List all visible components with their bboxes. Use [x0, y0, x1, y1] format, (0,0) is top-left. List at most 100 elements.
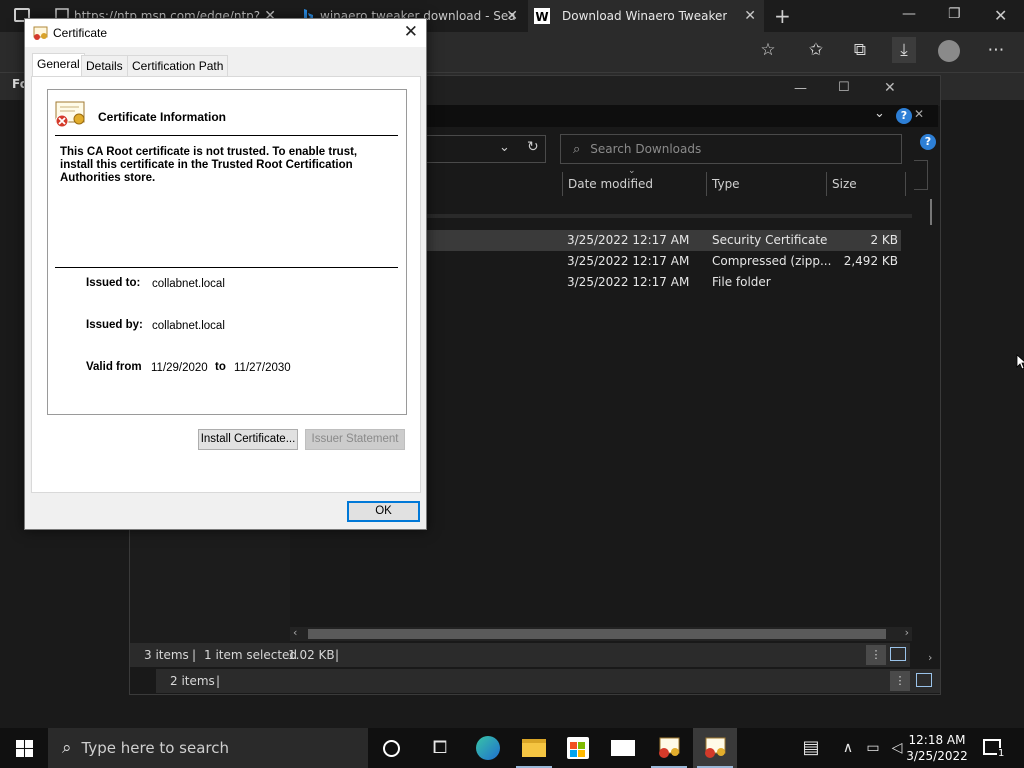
minimize-icon[interactable]: — — [902, 6, 916, 22]
certificate-icon — [33, 26, 48, 40]
install-certificate-button[interactable]: Install Certificate... — [198, 429, 298, 450]
vertical-scrollbar[interactable] — [914, 195, 938, 635]
scroll-left-icon[interactable]: ‹ — [293, 626, 297, 639]
column-type[interactable]: Type — [712, 177, 740, 191]
help-icon[interactable]: ? — [896, 108, 912, 124]
status-bar: 3 items | 1 item selected 1.02 KB | ⋮ — [130, 643, 910, 667]
maximize-icon[interactable]: ☐ — [838, 80, 850, 95]
column-date-modified[interactable]: Date modified — [568, 177, 653, 191]
row-size: 2,492 KB — [843, 254, 898, 268]
row-date: 3/25/2022 12:17 AM — [567, 254, 690, 268]
close-tab-icon[interactable]: ✕ — [506, 8, 518, 24]
row-date: 3/25/2022 12:17 AM — [567, 233, 690, 247]
status-divider: | — [192, 648, 197, 662]
column-divider[interactable] — [562, 172, 563, 196]
horizontal-scrollbar[interactable]: ‹ › — [290, 626, 912, 641]
scroll-right-icon[interactable]: › — [905, 626, 909, 639]
close-window-icon[interactable]: ✕ — [994, 6, 1007, 25]
issuer-statement-button: Issuer Statement — [305, 429, 405, 450]
scroll-thumb[interactable] — [308, 629, 886, 639]
divider — [55, 135, 398, 136]
search-icon: ⌕ — [573, 141, 581, 157]
tab-certification-path[interactable]: Certification Path — [127, 55, 229, 76]
mouse-cursor-icon — [1016, 354, 1024, 370]
details-view-icon[interactable]: ⋮ — [890, 671, 910, 691]
favorites-icon[interactable]: ✩ — [804, 40, 828, 60]
column-divider[interactable] — [706, 172, 707, 196]
file-row[interactable]: 3/25/2022 12:17 AM Compressed (zipp... 2… — [426, 251, 901, 272]
certificate-app-icon[interactable] — [702, 736, 728, 760]
close-icon[interactable]: ✕ — [914, 107, 924, 121]
store-icon[interactable] — [567, 737, 589, 759]
collapse-ribbon-icon[interactable]: ⌄ — [874, 106, 885, 121]
close-window-icon[interactable]: ✕ — [884, 80, 896, 96]
valid-to-label: to — [215, 361, 226, 373]
column-divider[interactable] — [826, 172, 827, 196]
certificate-app-icon[interactable] — [656, 736, 682, 760]
row-type: Compressed (zipp... — [712, 254, 832, 268]
row-size: 2 KB — [870, 233, 898, 247]
dialog-title: Certificate — [53, 26, 108, 40]
ok-button[interactable]: OK — [347, 501, 420, 522]
row-date: 3/25/2022 12:17 AM — [567, 275, 690, 289]
address-bar[interactable]: ⌄ ↻ — [426, 135, 546, 163]
dropdown-icon[interactable]: ⌄ — [499, 140, 510, 155]
profile-icon[interactable] — [938, 40, 960, 62]
tab-winaero[interactable]: W Download Winaero Tweaker ✕ — [528, 0, 764, 32]
divider — [55, 267, 398, 268]
search-icon: ⌕ — [62, 738, 72, 758]
file-explorer-icon[interactable] — [522, 739, 546, 757]
minimize-icon[interactable]: — — [794, 81, 807, 96]
help-icon[interactable]: ? — [920, 134, 936, 150]
certificate-dialog: Certificate ✕ General Details Certificat… — [24, 18, 427, 530]
show-hidden-icons-icon[interactable]: ∧ — [835, 736, 861, 760]
details-view-icon[interactable]: ⋮ — [866, 645, 886, 665]
task-view-icon[interactable]: ⧠ — [427, 736, 453, 760]
column-divider[interactable] — [905, 172, 906, 196]
system-clock[interactable]: 12:18 AM 3/25/2022 — [906, 732, 968, 764]
status-divider: | — [216, 674, 221, 688]
clock-time: 12:18 AM — [908, 733, 966, 747]
file-row[interactable]: 3/25/2022 12:17 AM File folder — [426, 272, 901, 293]
selection-count: 1 item selected — [204, 648, 298, 662]
selection-size: 1.02 KB — [288, 648, 335, 662]
large-icons-view-icon[interactable] — [890, 647, 906, 661]
certificate-information-box: Certificate Information This CA Root cer… — [47, 89, 407, 415]
notification-count: 1 — [997, 748, 1006, 759]
new-tab-icon[interactable]: + — [774, 4, 791, 28]
refresh-icon[interactable]: ↻ — [527, 139, 539, 155]
windows-start-icon[interactable] — [16, 740, 33, 757]
taskbar-search-box[interactable]: ⌕ Type here to search — [48, 728, 368, 768]
news-widget-icon[interactable]: ▤ — [798, 736, 824, 760]
dialog-titlebar: Certificate ✕ — [25, 19, 426, 47]
winaero-icon: W — [534, 8, 550, 24]
edge-icon[interactable] — [476, 736, 500, 760]
downloads-icon[interactable]: ⤓ — [892, 37, 916, 63]
status-bar: 2 items | ⋮ — [156, 669, 940, 693]
favorite-add-icon[interactable]: ☆ — [756, 40, 780, 60]
tab-general[interactable]: General — [32, 53, 85, 77]
mail-icon[interactable] — [611, 740, 635, 756]
issued-to-value: collabnet.local — [152, 278, 225, 290]
restore-icon[interactable]: ❐ — [948, 6, 961, 22]
general-panel: Certificate Information This CA Root cer… — [31, 76, 421, 493]
list-separator — [426, 214, 912, 218]
large-icons-view-icon[interactable] — [916, 673, 932, 687]
tab-details[interactable]: Details — [81, 55, 128, 76]
scroll-right-icon[interactable]: › — [928, 651, 932, 664]
scroll-thumb[interactable] — [930, 199, 932, 225]
row-type: File folder — [712, 275, 771, 289]
issued-by-label: Issued by: — [86, 319, 143, 331]
column-size[interactable]: Size — [832, 177, 857, 191]
collections-icon[interactable]: ⧉ — [848, 40, 872, 60]
network-icon[interactable]: ▭ — [860, 736, 886, 760]
file-row[interactable]: 3/25/2022 12:17 AM Security Certificate … — [426, 230, 901, 251]
more-icon[interactable]: ⋯ — [984, 40, 1008, 60]
item-count: 2 items — [170, 674, 215, 688]
trust-warning-text: This CA Root certificate is not trusted.… — [60, 146, 358, 184]
close-tab-icon[interactable]: ✕ — [744, 8, 756, 24]
search-downloads-input[interactable]: ⌕ Search Downloads — [560, 134, 902, 164]
item-count: 3 items — [144, 648, 189, 662]
close-icon[interactable]: ✕ — [404, 22, 418, 42]
cortana-icon[interactable] — [383, 740, 400, 757]
